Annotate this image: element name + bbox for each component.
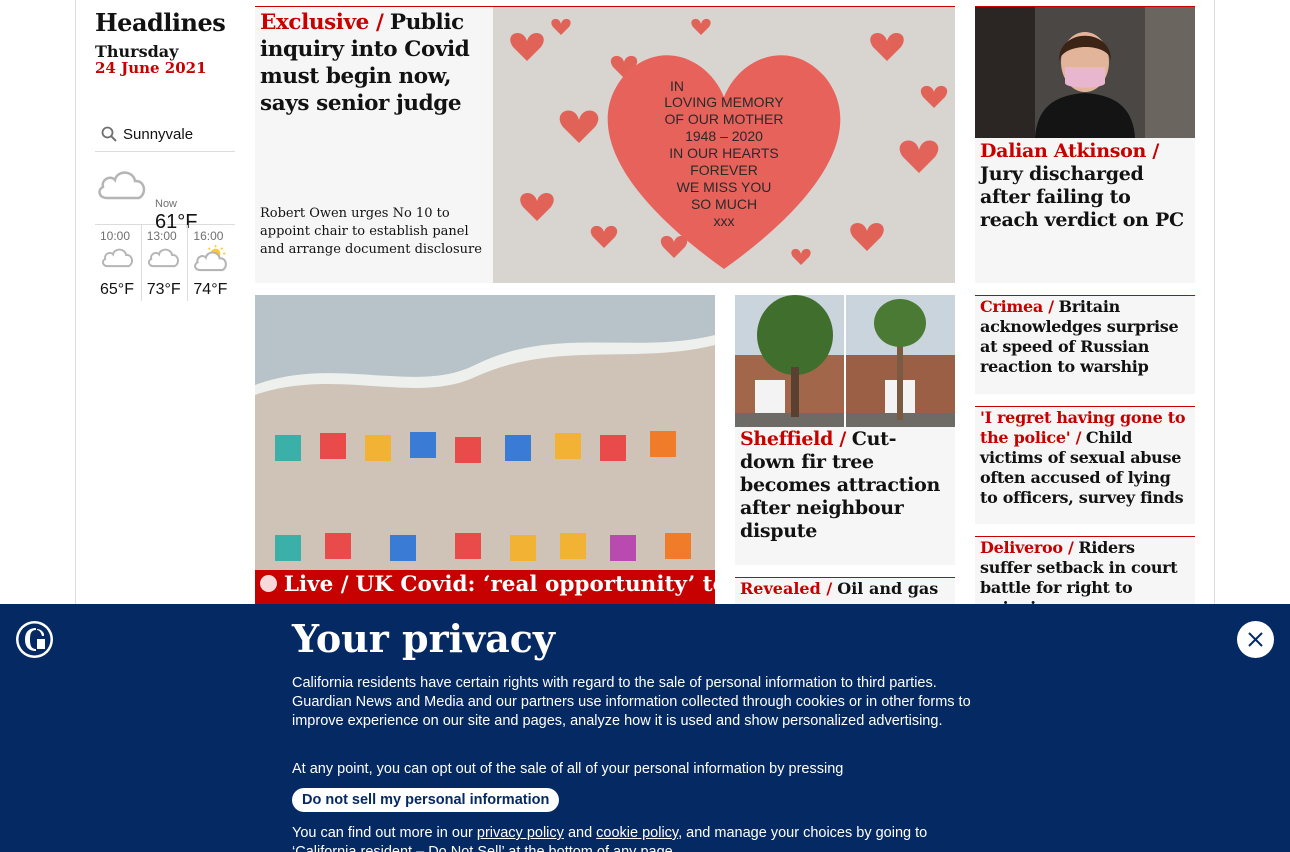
hearts-wall-line: FOREVER bbox=[690, 162, 758, 178]
atkinson-story-headline[interactable]: Dalian Atkinson / Jury discharged after … bbox=[980, 140, 1190, 232]
main-story-standfirst: Robert Owen urges No 10 to appoint chair… bbox=[260, 206, 482, 257]
weather-location-search[interactable]: Sunnyvale bbox=[95, 117, 235, 152]
weather-now: Now 61°F bbox=[95, 152, 235, 233]
live-story-title: UK Covid: ‘real opportunity’ to bbox=[355, 572, 715, 597]
privacy-title: Your privacy bbox=[292, 616, 555, 661]
hearts-wall-line: 1948 – 2020 bbox=[685, 128, 763, 144]
revealed-story-card[interactable]: Revealed / Oil and gas bbox=[735, 577, 955, 607]
hearts-wall-line: xxx bbox=[714, 213, 735, 229]
sun-cloud-icon bbox=[194, 245, 228, 272]
date-full: 24 June 2021 bbox=[95, 59, 207, 77]
atkinson-story-image bbox=[975, 7, 1195, 138]
forecast-item: 10:00 65°F bbox=[95, 225, 142, 301]
regret-story-headline[interactable]: 'I regret having gone to the police' / C… bbox=[980, 408, 1190, 508]
forecast-temp: 73°F bbox=[146, 281, 181, 298]
weather-location[interactable]: Sunnyvale bbox=[123, 126, 193, 143]
hearts-wall-line: IN OUR HEARTS bbox=[669, 145, 778, 161]
privacy-policy-link[interactable]: privacy policy bbox=[477, 825, 564, 841]
forecast-time: 10:00 bbox=[100, 229, 131, 243]
hearts-wall-line: LOVING MEMORY bbox=[664, 94, 784, 110]
main-story-kicker: Exclusive / bbox=[260, 10, 384, 35]
privacy-more-text: You can find out more in our privacy pol… bbox=[292, 824, 992, 852]
weather-widget: Sunnyvale Now 61°F 10:00 65°F 13:00 73°F… bbox=[95, 117, 235, 301]
atkinson-story-card[interactable]: Dalian Atkinson / Jury discharged after … bbox=[975, 6, 1195, 283]
privacy-and: and bbox=[567, 825, 593, 841]
live-story-image bbox=[255, 295, 715, 570]
main-story-card[interactable]: Exclusive / Public inquiry into Covid mu… bbox=[255, 6, 955, 283]
live-story-headline[interactable]: Live / UK Covid: ‘real opportunity’ to bbox=[260, 571, 715, 599]
regret-story-kicker: 'I regret having gone to the police' / bbox=[980, 408, 1186, 447]
atkinson-story-kicker: Dalian Atkinson / bbox=[980, 140, 1159, 162]
deliveroo-story-headline[interactable]: Deliveroo / Riders suffer setback in cou… bbox=[980, 538, 1190, 606]
hearts-wall-line: WE MISS YOU bbox=[677, 179, 772, 195]
privacy-optout-text: At any point, you can opt out of the sal… bbox=[292, 761, 844, 777]
do-not-sell-button[interactable]: Do not sell my personal information bbox=[292, 788, 560, 812]
forecast-item: 16:00 74°F bbox=[188, 225, 235, 301]
cookie-policy-link[interactable]: cookie policy bbox=[596, 825, 678, 841]
main-story-image[interactable]: IN LOVING MEMORY OF OUR MOTHER 1948 – 20… bbox=[493, 7, 955, 283]
section-title: Headlines bbox=[95, 8, 226, 37]
forecast-temp: 65°F bbox=[100, 281, 134, 298]
weather-forecast: 10:00 65°F 13:00 73°F 16:00 74°F bbox=[95, 225, 235, 301]
sheffield-story-kicker: Sheffield / bbox=[740, 428, 847, 450]
sheffield-story-card[interactable]: Sheffield / Cut-down fir tree becomes at… bbox=[735, 295, 955, 565]
forecast-time: 16:00 bbox=[193, 229, 224, 243]
guardian-logo bbox=[16, 621, 53, 658]
main-story-headline[interactable]: Exclusive / Public inquiry into Covid mu… bbox=[260, 9, 485, 117]
hearts-wall-line: IN bbox=[670, 78, 684, 94]
deliveroo-story-card[interactable]: Deliveroo / Riders suffer setback in cou… bbox=[975, 536, 1195, 606]
forecast-temp: 74°F bbox=[193, 281, 228, 298]
forecast-time: 13:00 bbox=[146, 229, 177, 243]
hearts-wall-line: OF OUR MOTHER bbox=[665, 111, 784, 127]
hearts-wall-image: IN LOVING MEMORY OF OUR MOTHER 1948 – 20… bbox=[493, 7, 955, 283]
revealed-story-headline[interactable]: Revealed / Oil and gas bbox=[740, 579, 950, 599]
revealed-story-kicker: Revealed / bbox=[740, 579, 833, 598]
cloud-icon bbox=[147, 248, 179, 268]
live-dot-icon bbox=[260, 575, 277, 592]
live-story-kicker: Live / bbox=[283, 572, 349, 597]
forecast-item: 13:00 73°F bbox=[142, 225, 189, 301]
search-icon bbox=[101, 126, 117, 142]
privacy-more-prefix: You can find out more in our bbox=[292, 825, 473, 841]
cloud-icon bbox=[101, 248, 133, 268]
weather-now-label: Now bbox=[155, 198, 178, 210]
privacy-body: California residents have certain rights… bbox=[292, 675, 971, 729]
atkinson-story-title: Jury discharged after failing to reach v… bbox=[980, 163, 1184, 231]
deliveroo-story-kicker: Deliveroo / bbox=[980, 538, 1074, 557]
revealed-story-title: Oil and gas bbox=[837, 579, 939, 598]
sheffield-story-image bbox=[735, 295, 955, 427]
live-story-card[interactable]: Live / UK Covid: ‘real opportunity’ to bbox=[255, 295, 715, 607]
sheffield-story-headline[interactable]: Sheffield / Cut-down fir tree becomes at… bbox=[740, 428, 950, 543]
crimea-story-kicker: Crimea / bbox=[980, 297, 1054, 316]
close-icon bbox=[1248, 632, 1263, 647]
hearts-wall-line: SO MUCH bbox=[691, 196, 757, 212]
crimea-story-card[interactable]: Crimea / Britain acknowledges surprise a… bbox=[975, 295, 1195, 394]
regret-story-card[interactable]: 'I regret having gone to the police' / C… bbox=[975, 406, 1195, 524]
cloud-icon bbox=[98, 171, 146, 200]
crimea-story-headline[interactable]: Crimea / Britain acknowledges surprise a… bbox=[980, 297, 1190, 377]
close-button[interactable] bbox=[1237, 621, 1274, 658]
privacy-banner: Your privacy California residents have c… bbox=[0, 604, 1290, 852]
